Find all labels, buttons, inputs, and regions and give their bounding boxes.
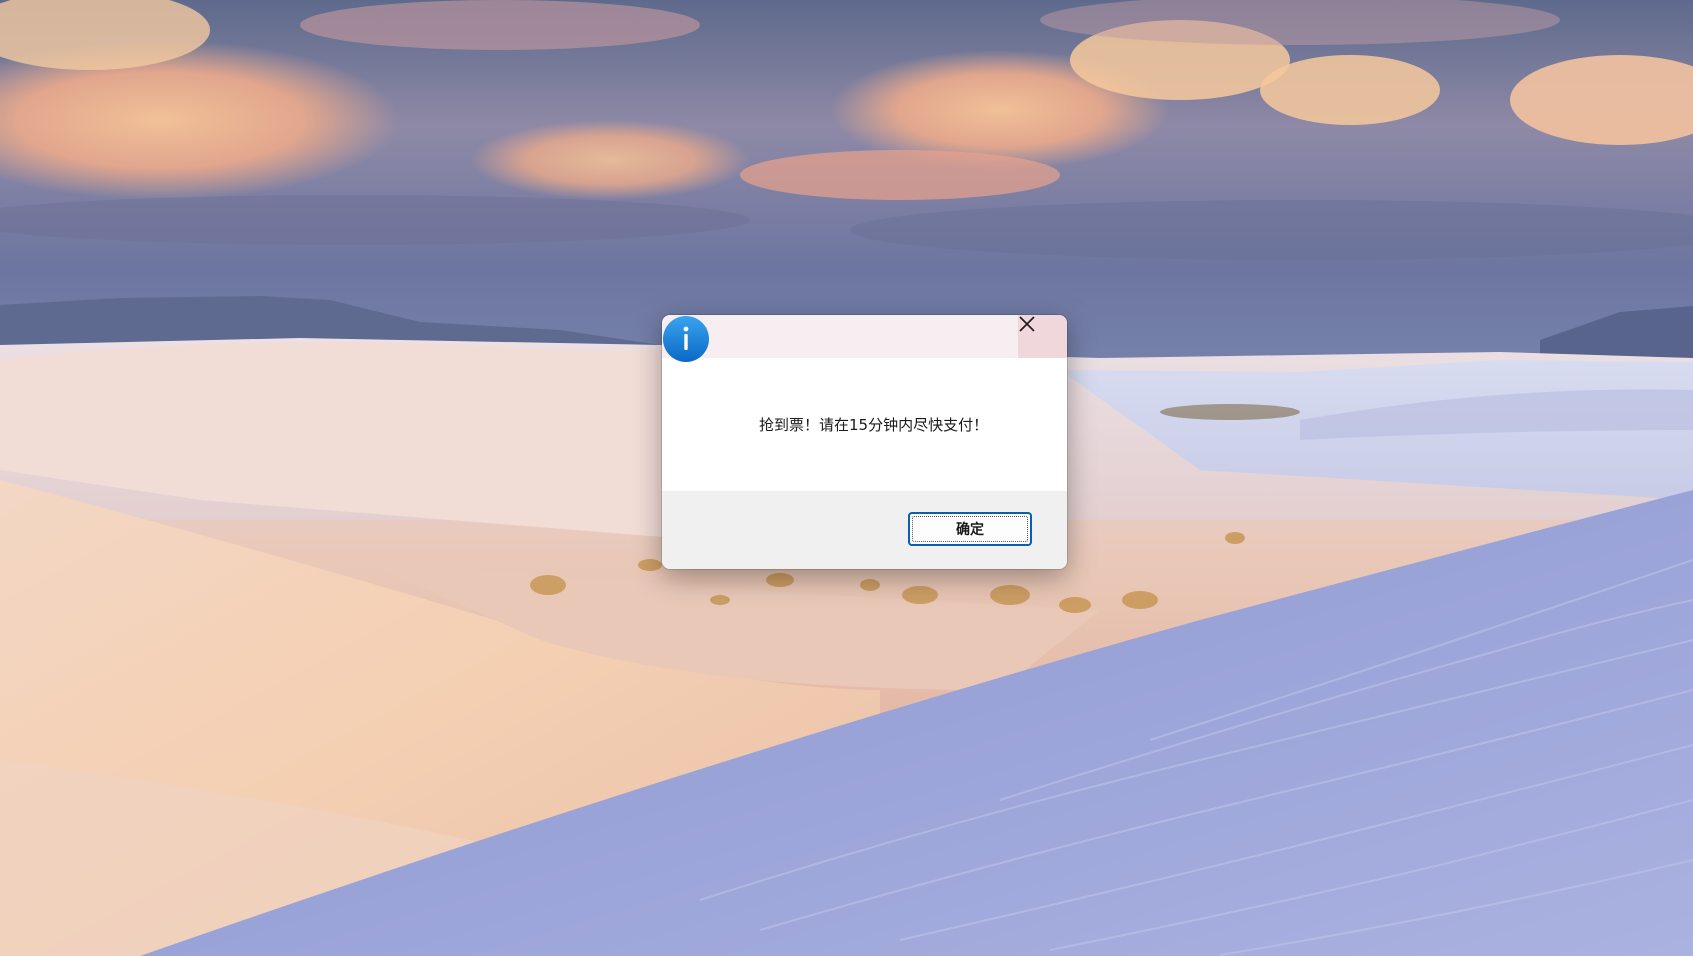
dialog-footer: 确定	[662, 491, 1067, 569]
close-icon	[1019, 316, 1035, 332]
dialog-titlebar[interactable]: 提示	[662, 315, 1067, 358]
ok-button[interactable]: 确定	[908, 512, 1032, 546]
message-dialog: 提示 抢到票！请在15分钟内尽快支付！ 确定	[662, 315, 1067, 569]
desktop-wallpaper: 提示 抢到票！请在15分钟内尽快支付！ 确定	[0, 0, 1693, 956]
close-button[interactable]	[1018, 315, 1067, 358]
info-icon	[663, 316, 709, 362]
dialog-message: 抢到票！请在15分钟内尽快支付！	[759, 416, 989, 434]
